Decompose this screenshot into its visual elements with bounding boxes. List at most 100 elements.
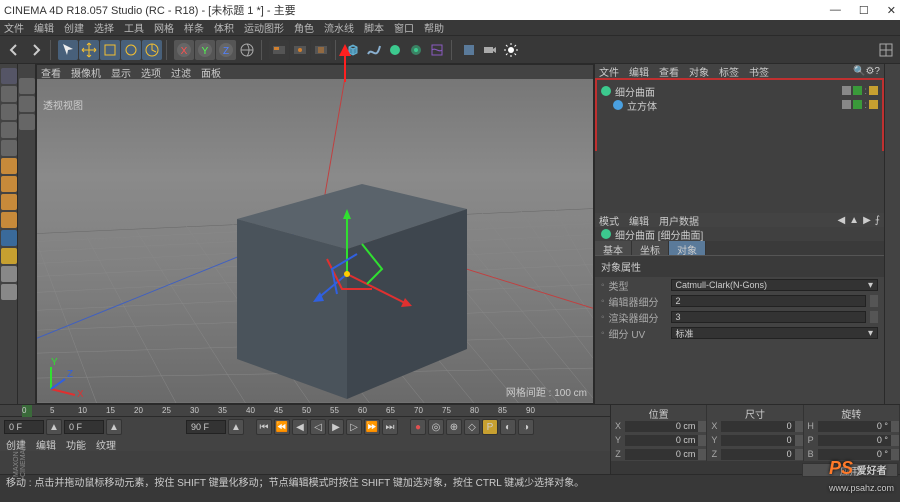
menu-item[interactable]: 选择 (94, 20, 114, 35)
minimize-button[interactable]: — (830, 4, 841, 17)
next-frame-button[interactable]: ▷ (346, 419, 362, 435)
y-axis-toggle[interactable]: Y (195, 40, 215, 60)
spinner-icon[interactable] (698, 449, 706, 460)
attr-tab-coord[interactable]: 坐标 (632, 241, 669, 255)
timeline-ruler[interactable]: 051015202530354045505560657075808590 (0, 405, 610, 417)
viewport-menu-item[interactable]: 选项 (141, 65, 161, 80)
om-menu-item[interactable]: 书签 (749, 64, 769, 79)
mode-button[interactable] (1, 212, 17, 228)
coord-field[interactable]: 0 (721, 421, 794, 432)
attr-fn-icon[interactable]: ⨍ (875, 215, 880, 226)
material-menu-item[interactable]: 编辑 (36, 437, 56, 452)
undo-button[interactable] (4, 40, 24, 60)
record-button[interactable]: ● (410, 419, 426, 435)
render-view-button[interactable] (269, 40, 289, 60)
key-scale-button[interactable]: ◇ (464, 419, 480, 435)
x-axis-toggle[interactable]: X (174, 40, 194, 60)
play-back-button[interactable]: ◁ (310, 419, 326, 435)
spinner-icon[interactable] (870, 311, 878, 323)
prev-frame-button[interactable]: ◀ (292, 419, 308, 435)
palette-icon[interactable] (19, 114, 35, 130)
attr-edit-item[interactable]: 编辑 (629, 213, 649, 228)
redo-button[interactable] (26, 40, 46, 60)
palette-icon[interactable] (19, 78, 35, 94)
coord-system-toggle[interactable] (237, 40, 257, 60)
mode-button[interactable] (1, 266, 17, 282)
maximize-button[interactable]: ☐ (859, 4, 869, 17)
cube-primitive-button[interactable] (343, 40, 363, 60)
spinner-icon[interactable] (795, 449, 803, 460)
spinner-icon[interactable] (698, 435, 706, 446)
menu-item[interactable]: 流水线 (324, 20, 354, 35)
render-pv-button[interactable] (290, 40, 310, 60)
om-menu-item[interactable]: 对象 (689, 64, 709, 79)
layer-tag-icon[interactable] (842, 100, 851, 109)
attr-userdata-item[interactable]: 用户数据 (659, 213, 699, 228)
frame-current-field[interactable]: 0 F (64, 420, 104, 434)
env-button[interactable] (459, 40, 479, 60)
spline-button[interactable] (364, 40, 384, 60)
spinner-icon[interactable] (891, 421, 899, 432)
field-input[interactable]: 3 (671, 311, 866, 323)
next-key-button[interactable]: ⏩ (364, 419, 380, 435)
spinner-icon[interactable] (698, 421, 706, 432)
om-menu-item[interactable]: 编辑 (629, 64, 649, 79)
coord-field[interactable]: 0 ° (818, 435, 891, 446)
mode-button[interactable] (1, 140, 17, 156)
mode-button[interactable] (1, 284, 17, 300)
palette-icon[interactable] (19, 96, 35, 112)
scale-tool[interactable] (100, 40, 120, 60)
recent-tool[interactable] (142, 40, 162, 60)
mode-button[interactable] (1, 86, 17, 102)
menu-item[interactable]: 文件 (4, 20, 24, 35)
object-manager-tree[interactable]: 细分曲面:立方体: (595, 78, 884, 151)
material-menu-item[interactable]: 纹理 (96, 437, 116, 452)
material-manager-body[interactable] (0, 451, 610, 474)
play-button[interactable]: ▶ (328, 419, 344, 435)
om-menu-item[interactable]: 标签 (719, 64, 739, 79)
mode-button[interactable] (1, 248, 17, 264)
field-input[interactable]: Catmull-Clark(N-Gons)▾ (671, 279, 878, 291)
viewport-menu-item[interactable]: 面板 (201, 65, 221, 80)
goto-end-button[interactable]: ⏭ (382, 419, 398, 435)
autokey-button[interactable]: ◎ (428, 419, 444, 435)
mode-button[interactable] (1, 68, 17, 84)
mode-button[interactable] (1, 194, 17, 210)
menu-item[interactable]: 工具 (124, 20, 144, 35)
material-menu-item[interactable]: 功能 (66, 437, 86, 452)
menu-item[interactable]: 体积 (214, 20, 234, 35)
attr-mode-item[interactable]: 模式 (599, 213, 619, 228)
coord-field[interactable]: 0 cm (625, 449, 698, 460)
spinner-icon[interactable] (795, 421, 803, 432)
spinner-icon[interactable] (870, 295, 878, 307)
viewport-menu-item[interactable]: 显示 (111, 65, 131, 80)
cube-object[interactable] (217, 154, 482, 403)
spinner-icon[interactable] (891, 449, 899, 460)
coord-field[interactable]: 0 cm (625, 435, 698, 446)
prev-key-button[interactable]: ⏪ (274, 419, 290, 435)
mode-button[interactable] (1, 122, 17, 138)
coord-field[interactable]: 0 (721, 435, 794, 446)
viewport-menu-item[interactable]: 查看 (41, 65, 61, 80)
key-param-button[interactable]: ◐ (500, 419, 516, 435)
object-tree-item[interactable]: 立方体: (601, 98, 878, 112)
layer-tag-icon[interactable] (842, 86, 851, 95)
frame-start-field[interactable]: 0 F (4, 420, 44, 434)
menu-item[interactable]: 脚本 (364, 20, 384, 35)
light-button[interactable] (501, 40, 521, 60)
phong-tag-icon[interactable] (869, 86, 878, 95)
om-menu-item[interactable]: 文件 (599, 64, 619, 79)
menu-item[interactable]: 角色 (294, 20, 314, 35)
frame-end-field[interactable]: 90 F (186, 420, 226, 434)
coord-field[interactable]: 0 cm (625, 421, 698, 432)
visibility-tag-icon[interactable] (853, 86, 862, 95)
material-menu-item[interactable]: 创建 (6, 437, 26, 452)
apply-button[interactable]: 应用 (802, 463, 898, 477)
z-axis-toggle[interactable]: Z (216, 40, 236, 60)
select-tool[interactable] (58, 40, 78, 60)
visibility-tag-icon[interactable] (853, 100, 862, 109)
coord-field[interactable]: 0 (721, 449, 794, 460)
object-tree-item[interactable]: 细分曲面: (601, 84, 878, 98)
key-pla-button[interactable]: ◑ (518, 419, 534, 435)
close-button[interactable]: ✕ (887, 4, 896, 17)
